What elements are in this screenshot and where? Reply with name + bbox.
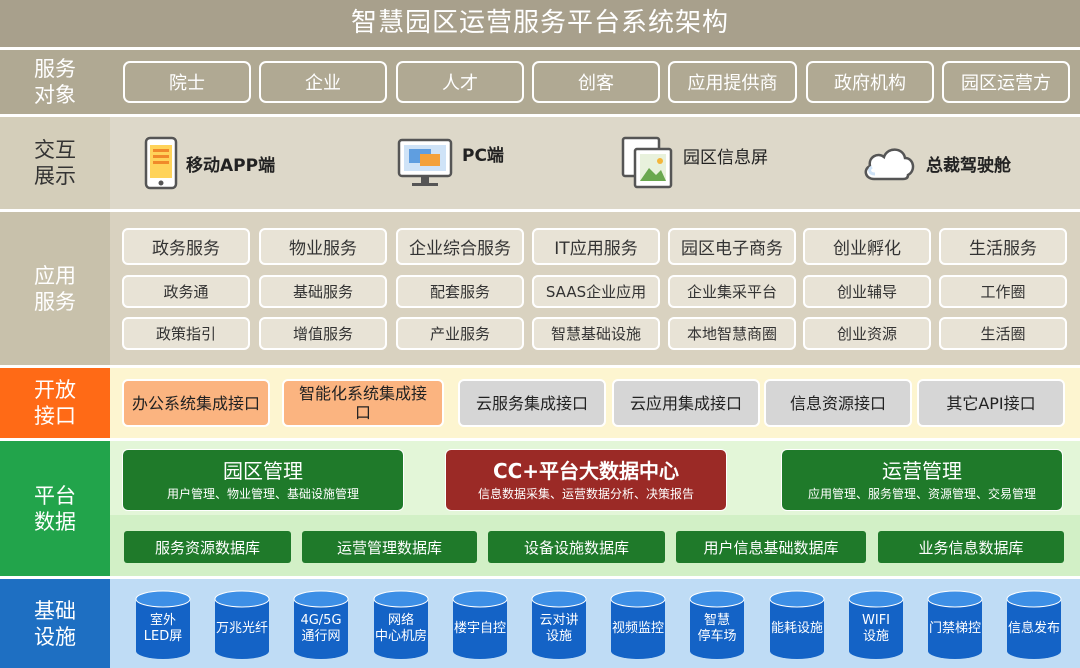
- infrastructure-band: 基础 设施 室外 LED屏 万兆光纤 4G/5G 通行网 网络 中心机房 楼宇自控 云对讲…: [0, 579, 1080, 668]
- park-management-title: 园区管理: [223, 459, 303, 483]
- service-object-enterprise[interactable]: 企业: [259, 61, 387, 103]
- infra-item-label: 门禁梯控: [928, 621, 981, 636]
- service-object-talent[interactable]: 人才: [396, 61, 524, 103]
- infra-item-smart-parking[interactable]: 智慧 停车场: [688, 590, 746, 660]
- app-row3-item[interactable]: 智慧基础设施: [532, 317, 660, 350]
- infra-item-mobile-network[interactable]: 4G/5G 通行网: [292, 590, 350, 660]
- operations-management-subtitle: 应用管理、服务管理、资源管理、交易管理: [807, 487, 1036, 501]
- app-row2-item[interactable]: 企业集采平台: [668, 275, 796, 308]
- app-row1-item[interactable]: 创业孵化: [803, 228, 931, 265]
- infra-item-outdoor-led[interactable]: 室外 LED屏: [134, 590, 192, 660]
- operations-management-title: 运营管理: [882, 459, 962, 483]
- infra-item-access-control[interactable]: 门禁梯控: [926, 590, 984, 660]
- application-services-band: 应用 服务 政务服务 物业服务 企业综合服务 IT应用服务 园区电子商务 创业孵…: [0, 212, 1080, 365]
- open-interfaces-band: 开放 接口 办公系统集成接口 智能化系统集成接口 云服务集成接口 云应用集成接口…: [0, 368, 1080, 438]
- park-management-subtitle: 用户管理、物业管理、基础设施管理: [166, 487, 359, 501]
- app-row1-item[interactable]: 政务服务: [122, 228, 250, 265]
- page-title: 智慧园区运营服务平台系统架构: [0, 0, 1080, 47]
- app-row1-item[interactable]: 企业综合服务: [396, 228, 524, 265]
- service-object-government[interactable]: 政府机构: [806, 61, 934, 103]
- service-object-app-provider[interactable]: 应用提供商: [668, 61, 797, 103]
- infra-item-label: 视频监控: [611, 621, 664, 636]
- infra-item-label: 网络 中心机房: [374, 613, 427, 644]
- api-cloud-app-integration[interactable]: 云应用集成接口: [612, 379, 760, 427]
- api-other[interactable]: 其它API接口: [917, 379, 1065, 427]
- app-row2-item[interactable]: 配套服务: [396, 275, 524, 308]
- app-row2-item[interactable]: 基础服务: [259, 275, 387, 308]
- api-cloud-service-integration[interactable]: 云服务集成接口: [458, 379, 606, 427]
- database-business-info[interactable]: 业务信息数据库: [878, 531, 1064, 563]
- service-object-park-operator[interactable]: 园区运营方: [942, 61, 1070, 103]
- app-row2-item[interactable]: SAAS企业应用: [532, 275, 660, 308]
- app-row2-item[interactable]: 政务通: [122, 275, 250, 308]
- big-data-center-title: CC+平台大数据中心: [492, 459, 680, 483]
- app-row1-item[interactable]: 生活服务: [939, 228, 1067, 265]
- database-operations[interactable]: 运营管理数据库: [302, 531, 477, 563]
- operations-management-box[interactable]: 运营管理 应用管理、服务管理、资源管理、交易管理: [781, 449, 1063, 511]
- platform-data-label: 平台 数据: [0, 441, 110, 576]
- ui-item-label: 园区信息屏: [683, 147, 768, 168]
- ui-item-label: PC端: [462, 145, 504, 166]
- app-row2-item[interactable]: 工作圈: [939, 275, 1067, 308]
- infra-item-info-release[interactable]: 信息发布: [1005, 590, 1063, 660]
- park-management-box[interactable]: 园区管理 用户管理、物业管理、基础设施管理: [122, 449, 404, 511]
- ui-item-label: 移动APP端: [186, 155, 276, 176]
- interaction-band: 交互 展示 移动APP端 PC端 园区信息屏 总裁驾驶舱: [0, 117, 1080, 209]
- big-data-center-box[interactable]: CC+平台大数据中心 信息数据采集、运营数据分析、决策报告: [445, 449, 727, 511]
- infra-item-label: 楼宇自控: [453, 621, 506, 636]
- app-row2-item[interactable]: 创业辅导: [803, 275, 931, 308]
- open-interfaces-label: 开放 接口: [0, 368, 110, 438]
- service-object-maker[interactable]: 创客: [532, 61, 660, 103]
- platform-data-band: 平台 数据 园区管理 用户管理、物业管理、基础设施管理 CC+平台大数据中心 信…: [0, 441, 1080, 576]
- app-row3-item[interactable]: 本地智慧商圈: [668, 317, 796, 350]
- infra-item-building-automation[interactable]: 楼宇自控: [451, 590, 509, 660]
- cloud-icon: [860, 141, 918, 185]
- app-row3-item[interactable]: 增值服务: [259, 317, 387, 350]
- ui-item-park-screen[interactable]: 园区信息屏: [621, 135, 768, 191]
- app-row1-item[interactable]: IT应用服务: [532, 228, 660, 265]
- infra-item-label: WIFI 设施: [862, 613, 890, 644]
- api-info-resource[interactable]: 信息资源接口: [764, 379, 912, 427]
- app-row3-item[interactable]: 产业服务: [396, 317, 524, 350]
- mobile-phone-icon: [144, 136, 178, 190]
- infra-item-label: 能耗设施: [770, 621, 823, 636]
- infra-item-label: 智慧 停车场: [697, 613, 737, 644]
- infra-item-fiber[interactable]: 万兆光纤: [213, 590, 271, 660]
- infrastructure-label: 基础 设施: [0, 579, 110, 668]
- desktop-monitor-icon: [396, 136, 454, 190]
- infra-item-label: 万兆光纤: [215, 621, 268, 636]
- database-service-resources[interactable]: 服务资源数据库: [124, 531, 291, 563]
- database-user-info[interactable]: 用户信息基础数据库: [676, 531, 866, 563]
- infra-item-data-center[interactable]: 网络 中心机房: [372, 590, 430, 660]
- infra-item-label: 4G/5G 通行网: [300, 613, 342, 644]
- app-row3-item[interactable]: 生活圈: [939, 317, 1067, 350]
- infra-item-label: 信息发布: [1007, 621, 1060, 636]
- infra-item-intercom[interactable]: 云对讲 设施: [530, 590, 588, 660]
- infra-item-wifi[interactable]: WIFI 设施: [847, 590, 905, 660]
- ui-item-mobile-app[interactable]: 移动APP端: [144, 135, 275, 191]
- interaction-label: 交互 展示: [0, 117, 110, 209]
- app-row1-item[interactable]: 物业服务: [259, 228, 387, 265]
- service-object-academician[interactable]: 院士: [123, 61, 251, 103]
- service-objects-band: 服务 对象 院士 企业 人才 创客 应用提供商 政府机构 园区运营方: [0, 50, 1080, 114]
- application-services-label: 应用 服务: [0, 212, 110, 365]
- app-row1-item[interactable]: 园区电子商务: [668, 228, 796, 265]
- app-row3-item[interactable]: 政策指引: [122, 317, 250, 350]
- service-objects-label: 服务 对象: [34, 57, 76, 107]
- api-office-integration[interactable]: 办公系统集成接口: [122, 379, 270, 427]
- ui-item-cockpit[interactable]: 总裁驾驶舱: [860, 135, 1011, 191]
- app-row3-item[interactable]: 创业资源: [803, 317, 931, 350]
- ui-item-label: 总裁驾驶舱: [926, 155, 1011, 176]
- infra-item-label: 云对讲 设施: [539, 613, 579, 644]
- api-smart-system-integration[interactable]: 智能化系统集成接口: [282, 379, 444, 427]
- infra-item-label: 室外 LED屏: [143, 613, 183, 644]
- infra-item-energy[interactable]: 能耗设施: [768, 590, 826, 660]
- infra-item-video-surveillance[interactable]: 视频监控: [609, 590, 667, 660]
- big-data-center-subtitle: 信息数据采集、运营数据分析、决策报告: [477, 487, 694, 501]
- ui-item-pc[interactable]: PC端: [396, 135, 504, 191]
- database-equipment[interactable]: 设备设施数据库: [488, 531, 665, 563]
- picture-screen-icon: [621, 135, 675, 191]
